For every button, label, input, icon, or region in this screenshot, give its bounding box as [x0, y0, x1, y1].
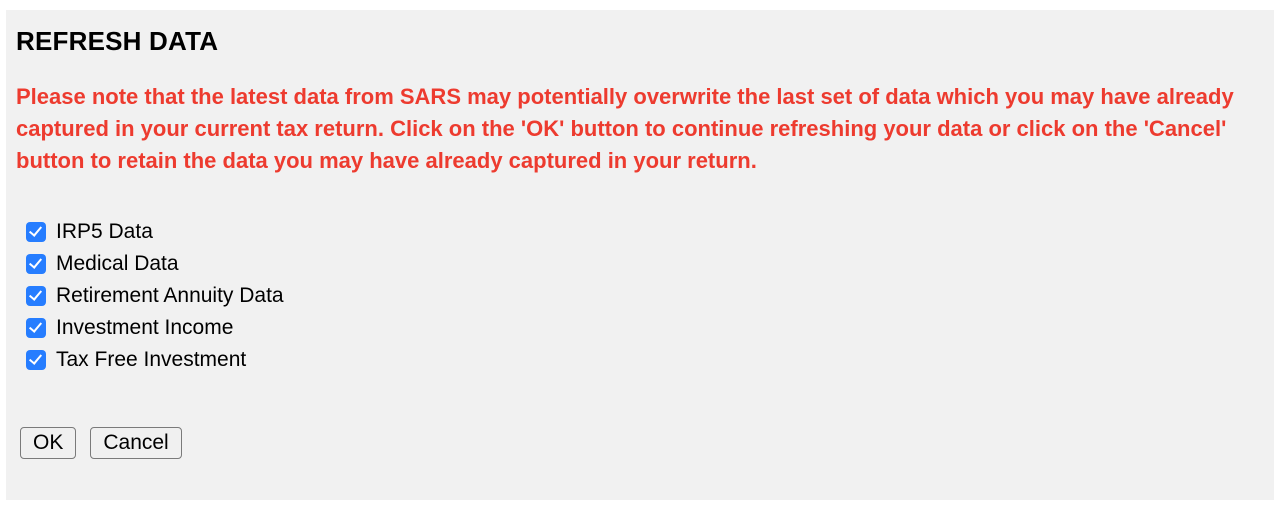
- cancel-button[interactable]: Cancel: [90, 427, 181, 459]
- option-row-retirement: Retirement Annuity Data: [26, 281, 1264, 311]
- dialog-title: REFRESH DATA: [16, 26, 1264, 57]
- checkbox-medical[interactable]: [26, 254, 46, 274]
- checkbox-taxfree[interactable]: [26, 350, 46, 370]
- checkbox-retirement[interactable]: [26, 286, 46, 306]
- refresh-data-dialog: REFRESH DATA Please note that the latest…: [6, 10, 1274, 500]
- option-label: IRP5 Data: [56, 220, 153, 244]
- option-row-taxfree: Tax Free Investment: [26, 345, 1264, 375]
- option-label: Medical Data: [56, 252, 179, 276]
- refresh-options-list: IRP5 Data Medical Data Retirement Annuit…: [26, 217, 1264, 375]
- option-row-irp5: IRP5 Data: [26, 217, 1264, 247]
- option-row-medical: Medical Data: [26, 249, 1264, 279]
- option-row-investment: Investment Income: [26, 313, 1264, 343]
- checkbox-irp5[interactable]: [26, 222, 46, 242]
- option-label: Tax Free Investment: [56, 348, 246, 372]
- option-label: Investment Income: [56, 316, 233, 340]
- checkbox-investment[interactable]: [26, 318, 46, 338]
- button-row: OK Cancel: [20, 427, 1264, 459]
- warning-text: Please note that the latest data from SA…: [16, 81, 1264, 177]
- ok-button[interactable]: OK: [20, 427, 76, 459]
- option-label: Retirement Annuity Data: [56, 284, 284, 308]
